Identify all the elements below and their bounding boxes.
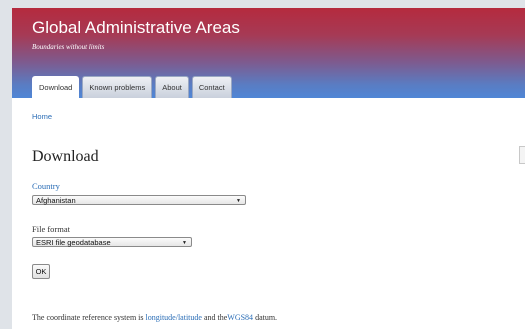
- tab-contact[interactable]: Contact: [191, 76, 232, 98]
- longitude-latitude-link[interactable]: longitude/latitude: [146, 313, 202, 322]
- crs-prefix: The coordinate reference system is: [32, 313, 146, 322]
- side-panel-handle[interactable]: [519, 146, 525, 164]
- country-selected-value: Afghanistan: [36, 195, 76, 205]
- crs-middle: and the: [201, 313, 228, 322]
- file-format-selected-value: ESRI file geodatabase: [36, 237, 111, 247]
- country-label: Country: [32, 181, 60, 191]
- file-format-label: File format: [32, 224, 71, 234]
- tab-known-problems[interactable]: Known problems: [82, 76, 153, 98]
- breadcrumb-home-link[interactable]: Home: [32, 112, 52, 121]
- tab-download[interactable]: Download: [32, 76, 80, 98]
- ok-button[interactable]: OK: [32, 264, 50, 279]
- site-slogan: Boundaries without limits: [32, 43, 105, 51]
- tab-about[interactable]: About: [155, 76, 189, 98]
- chevron-down-icon: ▼: [236, 198, 241, 204]
- page-title: Download: [32, 148, 99, 165]
- page: Global Administrative Areas Boundaries w…: [12, 8, 525, 329]
- chevron-down-icon: ▼: [182, 240, 187, 246]
- file-format-select[interactable]: ESRI file geodatabase ▼: [32, 237, 192, 247]
- site-header: Global Administrative Areas Boundaries w…: [12, 8, 525, 98]
- primary-tabs: Download Known problems About Contact: [32, 76, 232, 98]
- wgs84-link[interactable]: WGS84: [227, 313, 253, 322]
- site-title[interactable]: Global Administrative Areas: [32, 18, 240, 38]
- country-select[interactable]: Afghanistan ▼: [32, 195, 246, 205]
- crs-suffix: datum.: [253, 313, 278, 322]
- crs-note: The coordinate reference system is longi…: [32, 313, 277, 322]
